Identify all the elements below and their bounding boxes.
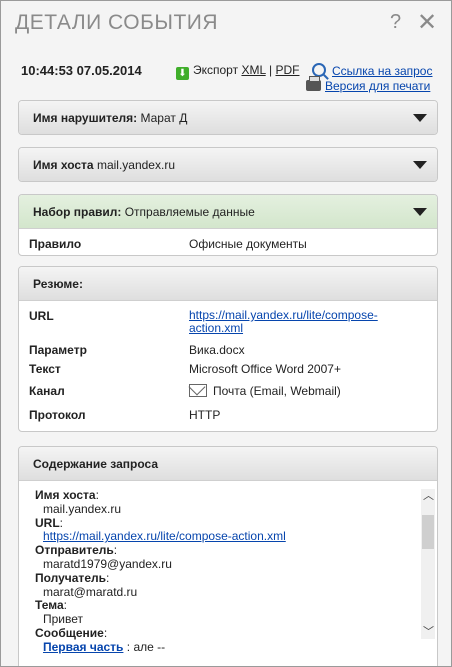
request-text: Имя хоста: mail.yandex.ru URL: https://m… (35, 488, 286, 654)
scrollbar-thumb[interactable] (422, 515, 434, 549)
summary-section: Резюме: URL https://mail.yandex.ru/lite/… (18, 266, 438, 432)
req-message-label: Сообщение (35, 625, 104, 640)
host-header[interactable]: Имя хоста mail.yandex.ru (19, 148, 437, 181)
summary-key-text: Текст (29, 362, 61, 376)
req-host-value: mail.yandex.ru (43, 501, 122, 516)
print-link-row[interactable]: Версия для печати (306, 76, 430, 93)
violator-value: Марат Д (140, 111, 188, 125)
export-separator: | (269, 63, 273, 77)
request-header: Содержание запроса (19, 447, 437, 481)
ruleset-section: Набор правил: Отправляемые данные Правил… (18, 194, 438, 256)
req-url-label: URL (35, 515, 60, 530)
ruleset-header[interactable]: Набор правил: Отправляемые данные (19, 195, 437, 229)
envelope-icon (189, 384, 207, 397)
ruleset-value: Отправляемые данные (124, 205, 255, 219)
dialog-title: ДЕТАЛИ СОБЫТИЯ (15, 11, 219, 34)
event-details-dialog: ДЕТАЛИ СОБЫТИЯ ? ✕ 10:44:53 07.05.2014 ⬇… (0, 0, 452, 667)
summary-value-text: Microsoft Office Word 2007+ (189, 362, 341, 376)
print-link[interactable]: Версия для печати (325, 79, 430, 93)
chevron-down-icon[interactable] (413, 114, 427, 122)
summary-title: Резюме: (33, 277, 83, 291)
summary-key-param: Параметр (29, 343, 87, 357)
summary-value-channel: Почта (Email, Webmail) (189, 384, 341, 398)
chevron-down-icon[interactable] (413, 161, 427, 169)
summary-value-param: Вика.docx (189, 343, 245, 357)
req-sender-value: maratd1979@yandex.ru (43, 556, 172, 571)
rule-label: Правило (29, 237, 82, 251)
summary-key-protocol: Протокол (29, 408, 86, 422)
scroll-up-icon[interactable]: ︿ (423, 491, 434, 502)
request-scrollbar[interactable]: ︿ ﹀ (421, 489, 435, 639)
export-label: Экспорт (193, 63, 239, 77)
req-host-label: Имя хоста (35, 488, 96, 502)
req-subject-value: Привет (43, 612, 84, 627)
summary-url-link[interactable]: https://mail.yandex.ru/lite/compose-acti… (189, 309, 378, 335)
host-value: mail.yandex.ru (96, 158, 175, 172)
rule-value: Офисные документы (189, 237, 307, 251)
help-button[interactable]: ? (390, 11, 401, 34)
chevron-down-icon[interactable] (413, 208, 427, 216)
title-bar: ДЕТАЛИ СОБЫТИЯ ? ✕ (1, 1, 451, 47)
download-icon: ⬇ (176, 67, 189, 80)
req-recipient-label: Получатель (35, 570, 106, 585)
summary-header: Резюме: (19, 267, 437, 301)
host-section: Имя хоста mail.yandex.ru (18, 147, 438, 182)
violator-label: Имя нарушителя: (33, 111, 138, 125)
req-sender-label: Отправитель (35, 543, 114, 558)
req-subject-label: Тема (35, 598, 64, 613)
export-xml-link[interactable]: XML (241, 63, 265, 77)
request-link[interactable]: Ссылка на запрос (332, 64, 432, 78)
request-section: Содержание запроса Имя хоста: mail.yande… (18, 446, 438, 666)
scroll-down-icon[interactable]: ﹀ (423, 627, 434, 638)
printer-icon (306, 76, 321, 91)
req-first-part-value: : але -- (126, 639, 166, 654)
close-button[interactable]: ✕ (417, 8, 437, 37)
summary-key-channel: Канал (29, 384, 65, 398)
host-label: Имя хоста (33, 158, 94, 172)
summary-key-url: URL (29, 309, 54, 323)
request-title: Содержание запроса (33, 457, 158, 471)
violator-section: Имя нарушителя: Марат Д (18, 100, 438, 135)
req-url-link[interactable]: https://mail.yandex.ru/lite/compose-acti… (43, 529, 286, 543)
magnifier-icon (312, 63, 326, 77)
request-content-pane[interactable]: Имя хоста: mail.yandex.ru URL: https://m… (19, 481, 437, 654)
summary-value-protocol: HTTP (189, 408, 221, 422)
req-first-part-link[interactable]: Первая часть (43, 640, 123, 654)
request-link-row[interactable]: Ссылка на запрос (312, 63, 432, 78)
ruleset-label: Набор правил: (33, 205, 122, 219)
violator-header[interactable]: Имя нарушителя: Марат Д (19, 101, 437, 134)
export-pdf-link[interactable]: PDF (275, 63, 299, 77)
event-datetime: 10:44:53 07.05.2014 (21, 63, 142, 78)
req-recipient-value: marat@maratd.ru (43, 584, 138, 599)
export-bar: ⬇ Экспорт XML | PDF (176, 63, 299, 80)
